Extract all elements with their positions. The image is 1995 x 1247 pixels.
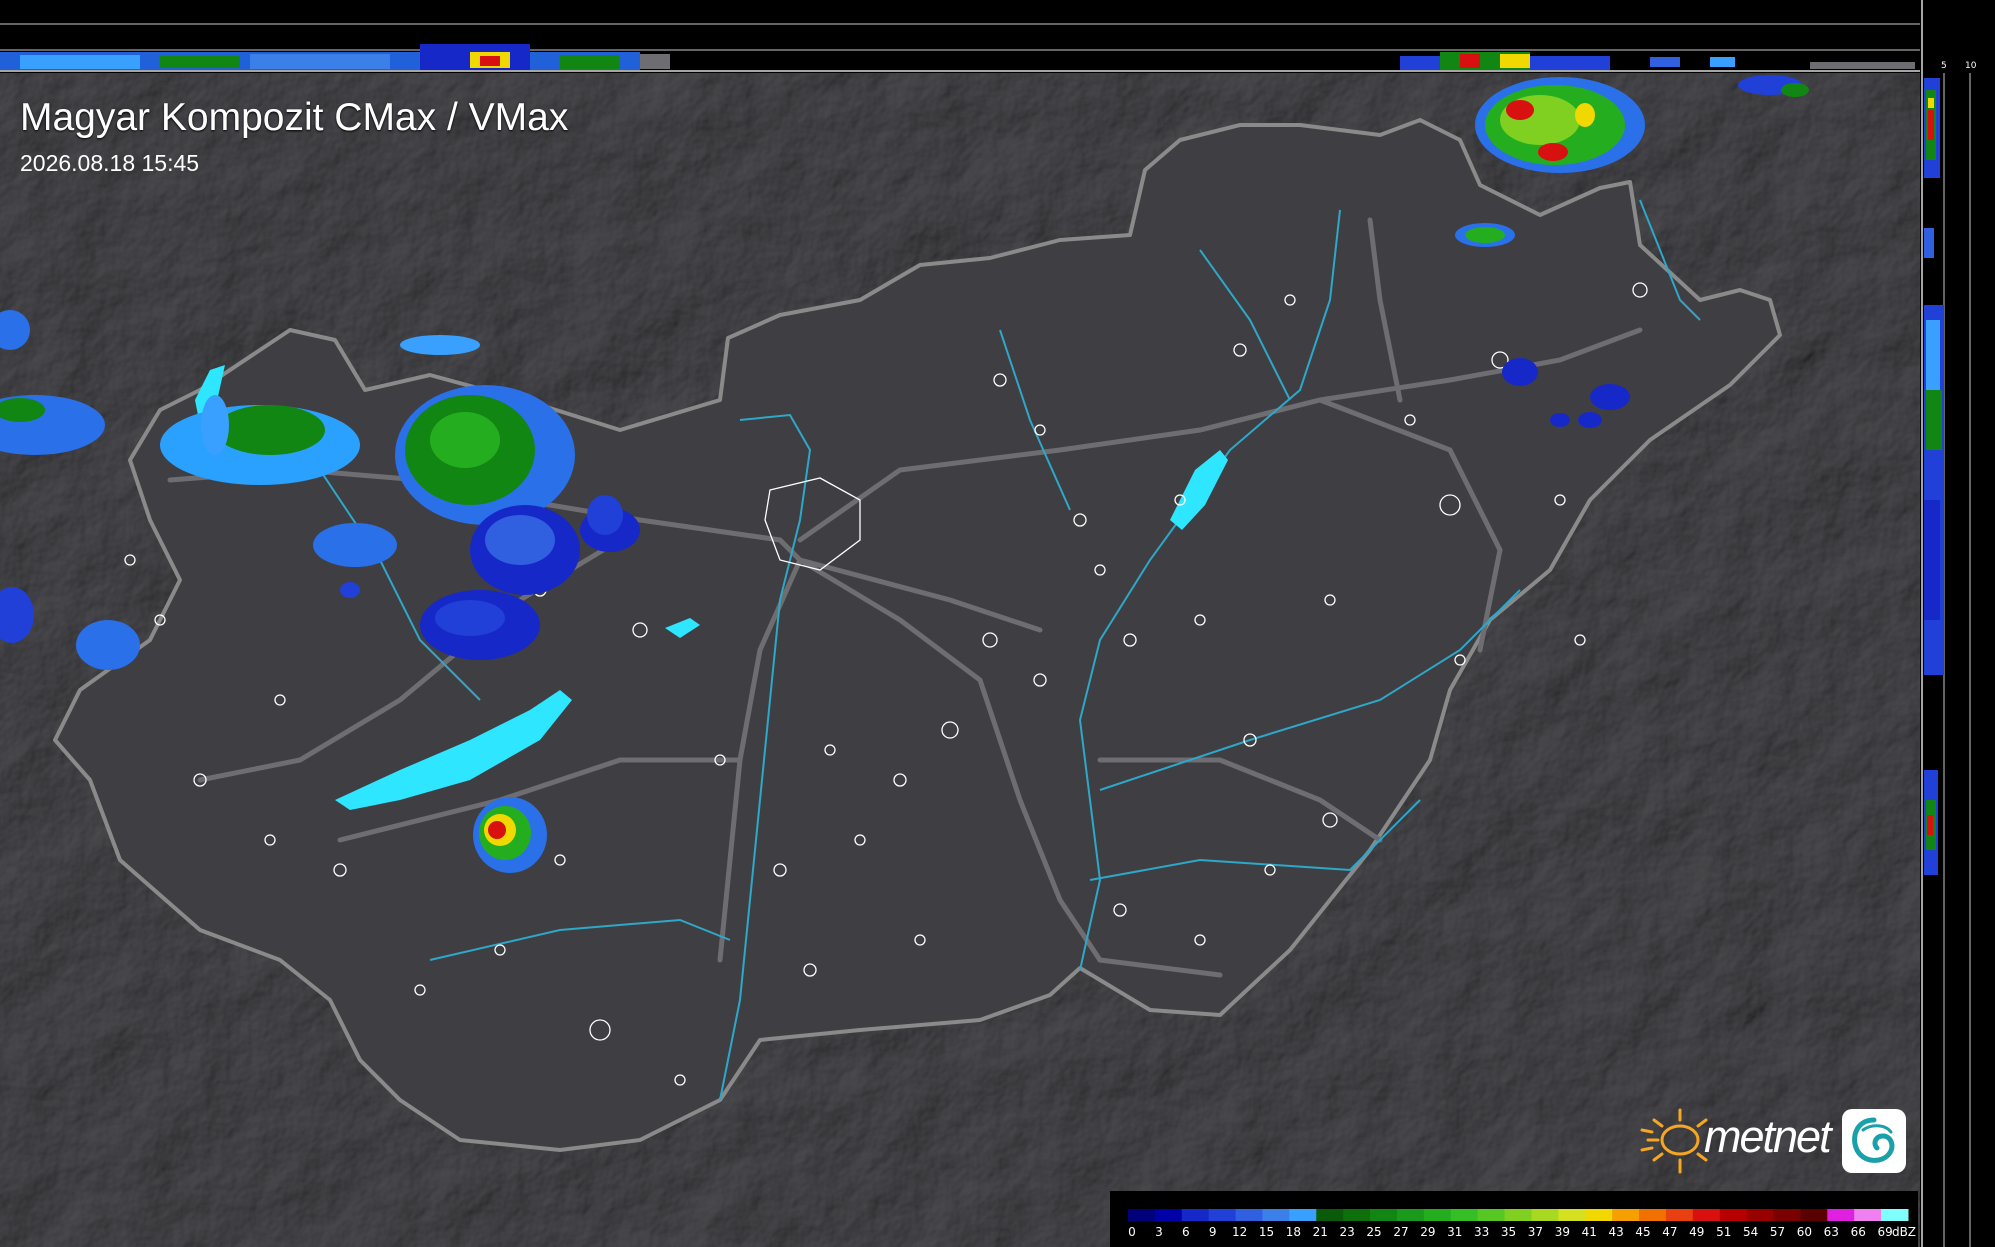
legend-swatch xyxy=(1773,1209,1801,1221)
top-cross-section-strip: 10 5 xyxy=(0,0,1920,73)
legend-label: 15 xyxy=(1258,1225,1275,1239)
legend-label: 3 xyxy=(1155,1225,1163,1239)
swirl-icon xyxy=(1842,1109,1906,1173)
legend-swatch xyxy=(1396,1209,1425,1221)
legend-swatch xyxy=(1235,1209,1263,1221)
map-timestamp: 2026.08.18 15:45 xyxy=(20,150,200,176)
legend-label: 47 xyxy=(1662,1225,1678,1239)
legend-label: 45 xyxy=(1635,1225,1651,1239)
legend-label: 54 xyxy=(1742,1225,1759,1239)
legend-label: 25 xyxy=(1366,1225,1382,1239)
legend-label: 57 xyxy=(1769,1225,1786,1239)
top-strip-echoes-left xyxy=(0,44,670,70)
legend-label: 33 xyxy=(1474,1225,1490,1239)
legend-label: 31 xyxy=(1447,1225,1463,1239)
legend-label: 66 xyxy=(1850,1225,1866,1239)
legend-label: 27 xyxy=(1393,1225,1409,1239)
legend-swatch xyxy=(1181,1209,1210,1221)
legend-swatch xyxy=(1531,1209,1559,1221)
metnet-logo[interactable]: metnet xyxy=(1638,1106,1910,1178)
map-title: Magyar Kompozit CMax / VMax xyxy=(20,96,569,139)
legend-label: 43 xyxy=(1608,1225,1624,1239)
legend-swatch xyxy=(1477,1209,1506,1221)
legend-swatch xyxy=(1316,1209,1344,1221)
top-cross-section-plot xyxy=(0,23,1920,72)
legend-label: 51 xyxy=(1716,1225,1732,1239)
legend-label: 63 xyxy=(1823,1225,1839,1239)
legend-swatch xyxy=(1746,1209,1775,1221)
map-canvas[interactable] xyxy=(0,73,1920,1247)
legend-swatch xyxy=(1343,1209,1371,1221)
legend-swatch xyxy=(1854,1209,1882,1221)
legend-label: 21 xyxy=(1312,1225,1328,1239)
dbz-color-legend: 0 3 6 9 12 15 18 21 23 25 27 29 31 33 35 37 39 41 43 45 47 49… xyxy=(1110,1191,1918,1247)
legend-label: 12 xyxy=(1231,1225,1248,1239)
side-strip-tick-5: 5 xyxy=(1941,61,1947,71)
legend-label: 6 xyxy=(1181,1225,1190,1239)
legend-swatch xyxy=(1450,1209,1479,1221)
legend-swatch xyxy=(1154,1209,1183,1221)
legend-swatch xyxy=(1827,1209,1855,1221)
legend-swatch xyxy=(1881,1209,1909,1221)
legend-swatch xyxy=(1262,1209,1290,1221)
legend-swatch xyxy=(1585,1209,1613,1221)
legend-label: 69 xyxy=(1877,1225,1893,1239)
top-strip-echoes-right xyxy=(1400,52,1915,70)
legend-color-bar xyxy=(1128,1209,1909,1221)
metnet-wordmark: metnet xyxy=(1704,1111,1832,1162)
side-strip-tick-10: 10 xyxy=(1965,61,1977,71)
side-cross-section-strip: 5 10 xyxy=(1920,0,1995,1247)
legend-label: 0 xyxy=(1128,1225,1136,1239)
legend-swatch xyxy=(1558,1209,1586,1221)
legend-label: 29 xyxy=(1420,1225,1436,1239)
legend-swatch xyxy=(1504,1209,1532,1221)
legend-label: 41 xyxy=(1581,1225,1597,1239)
legend-label: 37 xyxy=(1527,1225,1544,1239)
legend-swatch xyxy=(1289,1209,1317,1221)
side-strip-echoes xyxy=(1924,78,1944,875)
legend-label: 39 xyxy=(1554,1225,1570,1239)
legend-label: 9 xyxy=(1208,1225,1217,1239)
echo-cell-balaton-storm[interactable] xyxy=(473,797,547,873)
radar-map[interactable]: Magyar Kompozit CMax / VMax 2026.08.18 1… xyxy=(0,73,1920,1247)
legend-swatch xyxy=(1423,1209,1452,1221)
legend-label: 18 xyxy=(1285,1225,1302,1239)
legend-label: 60 xyxy=(1796,1225,1813,1239)
side-cross-section-plot xyxy=(1921,0,1971,1247)
legend-swatch xyxy=(1639,1209,1667,1221)
legend-label: 23 xyxy=(1339,1225,1355,1239)
legend-swatch xyxy=(1719,1209,1748,1221)
legend-label: 49 xyxy=(1689,1225,1705,1239)
legend-swatch xyxy=(1612,1209,1640,1221)
legend-swatch xyxy=(1665,1209,1694,1221)
legend-swatch xyxy=(1208,1209,1237,1221)
legend-unit: dBZ xyxy=(1891,1225,1917,1239)
legend-swatch xyxy=(1128,1209,1156,1221)
legend-swatch xyxy=(1800,1209,1828,1221)
legend-swatch xyxy=(1370,1209,1398,1221)
legend-label: 35 xyxy=(1500,1225,1517,1239)
legend-swatch xyxy=(1692,1209,1721,1221)
